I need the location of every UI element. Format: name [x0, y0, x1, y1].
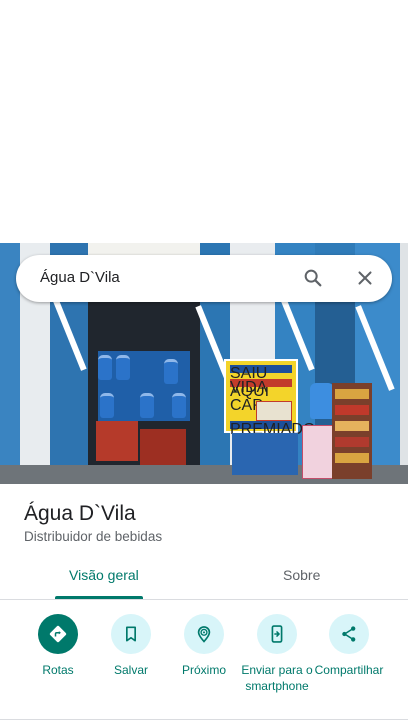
sign-line-1: SAIU AQUI: [230, 365, 292, 400]
photo-stand: [232, 433, 298, 475]
photo-promo-sign: SAIU AQUI VIDA CAP PREMIADO: [224, 359, 316, 438]
rack-item: [335, 421, 369, 431]
photo-water-jug: [310, 383, 334, 419]
sign-card: [256, 401, 292, 421]
nearby-icon[interactable]: [184, 614, 224, 654]
photo-wall-right: [400, 243, 408, 484]
bookmark-icon[interactable]: [111, 614, 151, 654]
share-button[interactable]: Compartilhar: [309, 614, 389, 678]
nearby-label: Próximo: [181, 663, 226, 677]
save-button[interactable]: Salvar: [91, 614, 171, 678]
search-bar[interactable]: Água D`Vila: [16, 255, 392, 302]
photo-jug: [164, 359, 178, 384]
search-icon[interactable]: [302, 267, 324, 289]
tabs-divider: [0, 599, 408, 600]
directions-button[interactable]: Rotas: [18, 614, 98, 678]
search-query[interactable]: Água D`Vila: [40, 269, 120, 286]
close-icon[interactable]: [354, 267, 376, 289]
tab-about[interactable]: Sobre: [283, 567, 320, 583]
map-blank-area: [0, 0, 408, 243]
photo-jug: [100, 393, 114, 418]
place-category: Distribuidor de bebidas: [24, 529, 163, 544]
sign-line-3: PREMIADO: [230, 421, 316, 438]
share-icon[interactable]: [329, 614, 369, 654]
save-label: Salvar: [113, 663, 148, 677]
rack-item: [335, 453, 369, 463]
photo-jug: [140, 393, 154, 418]
rack-item: [335, 405, 369, 415]
tab-overview[interactable]: Visão geral: [69, 567, 139, 583]
send-to-phone-label: Enviar para o smartphone: [241, 663, 313, 693]
photo-crate: [96, 421, 138, 461]
rack-item: [335, 437, 369, 447]
photo-jug: [98, 355, 112, 380]
photo-jug: [116, 355, 130, 380]
directions-icon[interactable]: [38, 614, 78, 654]
directions-label: Rotas: [42, 663, 74, 677]
photo-jug: [172, 393, 186, 418]
rack-item: [335, 389, 369, 399]
sign-line-2: VIDA CAP: [230, 379, 292, 414]
bottom-divider: [0, 719, 408, 720]
photo-snack-rack: [332, 383, 372, 479]
send-to-phone-icon[interactable]: [257, 614, 297, 654]
place-title: Água D`Vila: [24, 502, 136, 525]
share-label: Compartilhar: [314, 663, 384, 677]
send-to-phone-button[interactable]: Enviar para o smartphone: [237, 614, 317, 694]
nearby-button[interactable]: Próximo: [164, 614, 244, 678]
